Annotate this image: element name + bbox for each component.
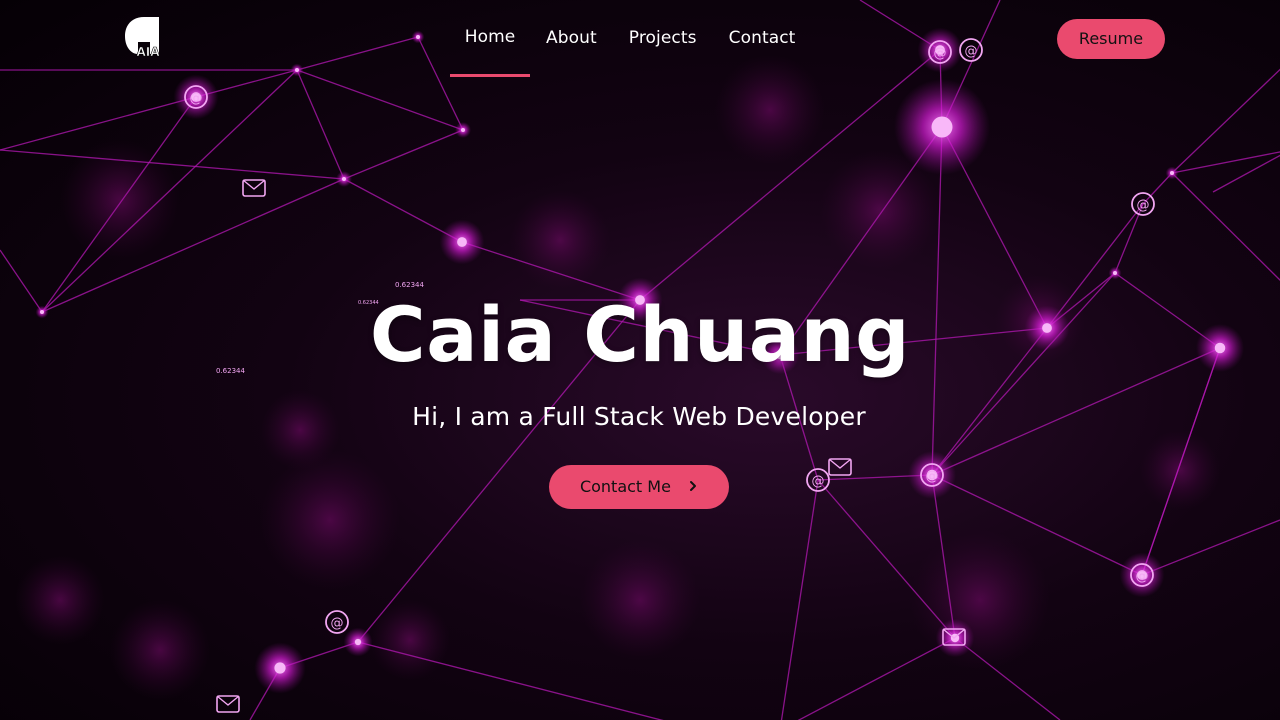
nav-item-label: Projects [628,28,697,48]
at-sign-glyph: @ [812,474,825,489]
network-node [931,116,953,138]
at-sign-glyph: @ [331,616,344,631]
network-line [1171,172,1280,282]
envelope-icon-flap [242,179,266,190]
network-node [274,662,286,674]
network-line [343,129,464,180]
contact-me-label: Contact Me [579,477,671,496]
network-line [0,96,197,151]
network-line [797,637,956,720]
at-sign-glyph: @ [1136,569,1149,584]
resume-button[interactable]: Resume [1057,19,1165,59]
network-line [296,36,419,71]
bokeh-blob [1140,430,1220,510]
network-node [1170,171,1174,175]
nav-item-label: Contact [728,28,796,48]
network-node [457,237,467,247]
bokeh-blob [110,600,210,700]
active-nav-indicator [450,74,530,77]
network-node [1113,271,1117,275]
nav-item-label: Home [464,27,516,47]
nav-item-about[interactable]: About [530,22,613,72]
network-line [1212,154,1280,193]
at-sign-glyph: @ [190,91,203,106]
network-node [295,68,299,72]
bokeh-blob [60,140,180,260]
network-node [342,177,346,181]
at-sign-glyph: @ [1137,198,1150,213]
network-line [296,69,345,180]
nav-item-home[interactable]: Home [450,22,530,77]
bokeh-blob [260,450,400,590]
network-line [1171,151,1280,174]
network-line [780,479,819,720]
network-node [461,128,465,132]
chevron-right-icon [688,465,698,509]
envelope-icon-flap [216,695,240,706]
at-sign-glyph: @ [934,46,947,61]
network-node [416,35,420,39]
hero-subtitle: Hi, I am a Full Stack Web Developer [412,402,866,431]
nav-item-projects[interactable]: Projects [613,22,713,72]
nav-item-contact[interactable]: Contact [713,22,812,72]
nav-item-label: About [546,28,597,48]
main-nav: Home About Projects Contact [450,22,812,77]
hero-title: Caia Chuang [369,290,911,379]
bokeh-blob [15,555,105,645]
site-logo[interactable]: AIA [124,16,162,58]
at-sign-glyph: @ [965,44,978,59]
at-sign-glyph: @ [926,469,939,484]
network-line [1171,68,1280,174]
envelope-icon-flap [828,458,852,469]
bokeh-blob [910,530,1050,670]
bokeh-blob [580,540,700,660]
network-node [354,638,362,646]
floating-number-label: 0.62344 [395,281,424,289]
page: @ @ @ @ @ @ @ @ 0.62344 0.62344 0.62344 AIA Home … [0,0,1280,720]
logo-text: AIA [136,45,160,58]
contact-me-button[interactable]: Contact Me [549,465,729,509]
bokeh-blob [510,190,610,290]
